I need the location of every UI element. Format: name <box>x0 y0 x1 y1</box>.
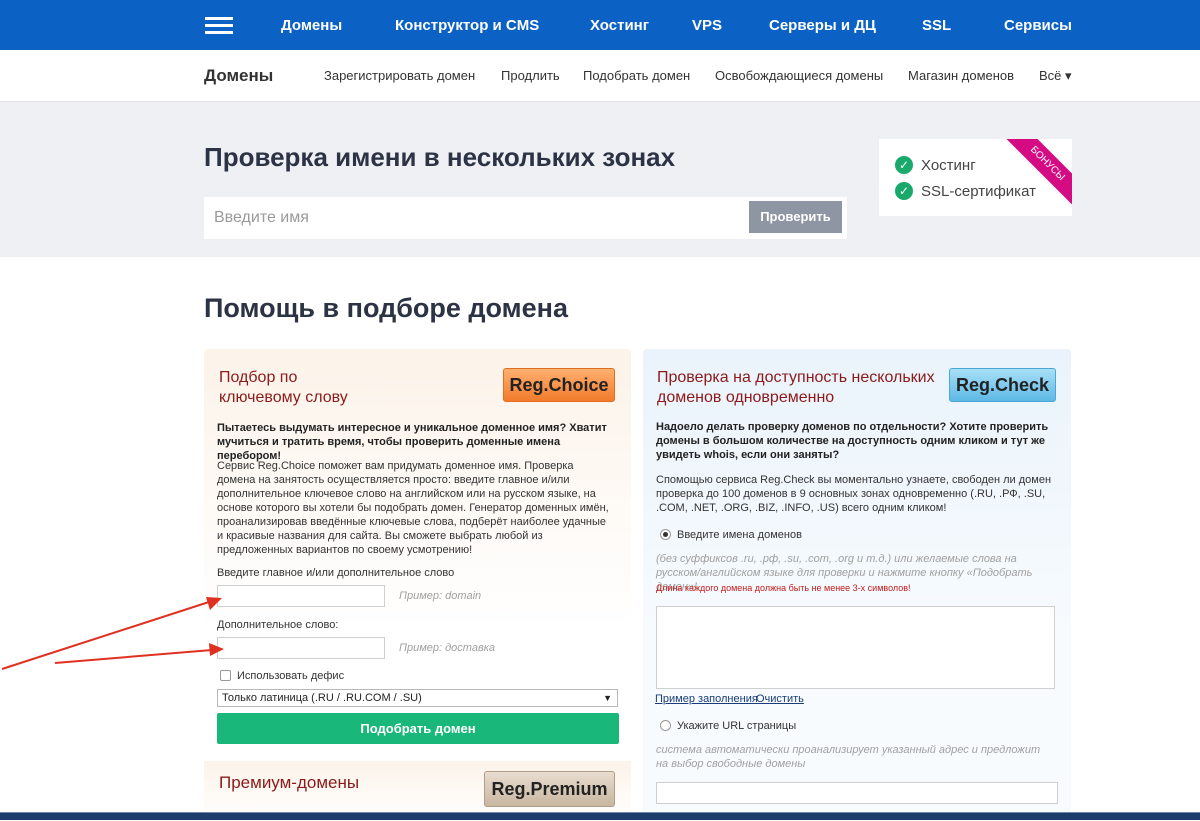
main-word-input[interactable] <box>217 585 385 607</box>
dropdown-arrow-icon: ▼ <box>603 693 612 703</box>
url-input[interactable] <box>656 782 1058 804</box>
subnav-title[interactable]: Домены <box>204 66 273 86</box>
topnav-item-domains[interactable]: Домены <box>281 17 342 34</box>
bonus-panel: ✓ Хостинг ✓ SSL-сертификат БОНУСЫ <box>879 139 1072 216</box>
hyphen-checkbox[interactable] <box>220 670 231 681</box>
topnav-item-services[interactable]: Сервисы <box>1004 17 1072 34</box>
pick-domain-button[interactable]: Подобрать домен <box>217 713 619 744</box>
topnav-item-builder[interactable]: Конструктор и CMS <box>395 17 539 34</box>
domain-search-input[interactable] <box>204 197 744 239</box>
names-radio[interactable] <box>660 529 671 540</box>
regchoice-card: Подбор по ключевому слову Reg.Choice Пыт… <box>204 349 631 821</box>
subnav-link-expiring[interactable]: Освобождающиеся домены <box>715 68 883 83</box>
check-button[interactable]: Проверить <box>749 201 842 233</box>
regchoice-logo[interactable]: Reg.Choice <box>503 368 615 402</box>
clear-link[interactable]: Очистить <box>756 693 804 705</box>
min-length-warning: Длина каждого домена должна быть не мене… <box>656 583 911 593</box>
regcheck-card: Проверка на доступность нескольких домен… <box>643 349 1071 820</box>
subnav-link-all[interactable]: Всё ▾ <box>1039 68 1072 84</box>
topnav-item-hosting[interactable]: Хостинг <box>590 17 649 34</box>
subnav-link-shop[interactable]: Магазин доменов <box>908 68 1014 83</box>
regchoice-intro: Пытаетесь выдумать интересное и уникальн… <box>217 422 607 462</box>
url-radio-label: Укажите URL страницы <box>677 720 797 732</box>
section-title: Помощь в подборе домена <box>204 293 568 323</box>
taskbar <box>0 812 1200 820</box>
regcheck-logo[interactable]: Reg.Check <box>949 368 1056 402</box>
annotation-arrow-extra <box>54 643 224 664</box>
sub-navigation: Домены Зарегистрировать домен Продлить П… <box>0 50 1200 102</box>
premium-title: Премиум-домены <box>219 773 360 792</box>
hero-title: Проверка имени в нескольких зонах <box>204 142 676 172</box>
topnav-item-vps[interactable]: VPS <box>692 17 722 34</box>
regcheck-description: Спомощью сервиса Reg.Check вы моментальн… <box>656 474 1052 514</box>
check-circle-icon: ✓ <box>895 156 913 174</box>
example-link[interactable]: Пример заполнения <box>655 693 758 705</box>
extra-word-label: Дополнительное слово: <box>217 619 339 631</box>
regcheck-title: Проверка на доступность нескольких домен… <box>657 369 935 406</box>
domain-names-textarea[interactable] <box>656 606 1055 689</box>
extra-word-input[interactable] <box>217 637 385 659</box>
top-navigation: Домены Конструктор и CMS Хостинг VPS Сер… <box>0 0 1200 50</box>
topnav-item-ssl[interactable]: SSL <box>922 17 951 34</box>
regchoice-description: Сервис Reg.Choice поможет вам придумать … <box>217 460 609 556</box>
subnav-link-pick[interactable]: Подобрать домен <box>583 68 690 83</box>
subnav-link-renew[interactable]: Продлить <box>501 68 560 83</box>
regchoice-title: Подбор по ключевому слову <box>219 369 348 406</box>
topnav-item-servers[interactable]: Серверы и ДЦ <box>769 17 876 34</box>
check-circle-icon: ✓ <box>895 182 913 200</box>
names-radio-label: Введите имена доменов <box>677 529 802 541</box>
url-hint: система автоматически проанализирует ука… <box>656 744 1041 770</box>
bonus-item-ssl: ✓ SSL-сертификат <box>895 182 1036 200</box>
extra-word-example: Пример: доставка <box>399 642 496 654</box>
hyphen-label: Использовать дефис <box>237 670 345 682</box>
subnav-link-register[interactable]: Зарегистрировать домен <box>324 68 475 83</box>
hero-section: Проверка имени в нескольких зонах Провер… <box>0 102 1200 257</box>
domain-search-box: Проверить <box>204 197 847 239</box>
bonus-item-hosting: ✓ Хостинг <box>895 156 976 174</box>
main-word-example: Пример: domain <box>399 590 482 602</box>
menu-icon[interactable] <box>205 17 233 35</box>
regcheck-intro: Надоело делать проверку доменов по отдел… <box>656 421 1049 461</box>
zone-select[interactable]: Только латиница (.RU / .RU.COM / .SU) ▼ <box>217 689 618 707</box>
annotation-arrow-main <box>1 597 222 670</box>
premium-logo[interactable]: Reg.Premium <box>484 771 615 807</box>
url-radio[interactable] <box>660 720 671 731</box>
main-word-label: Введите главное и/или дополнительное сло… <box>217 567 455 579</box>
